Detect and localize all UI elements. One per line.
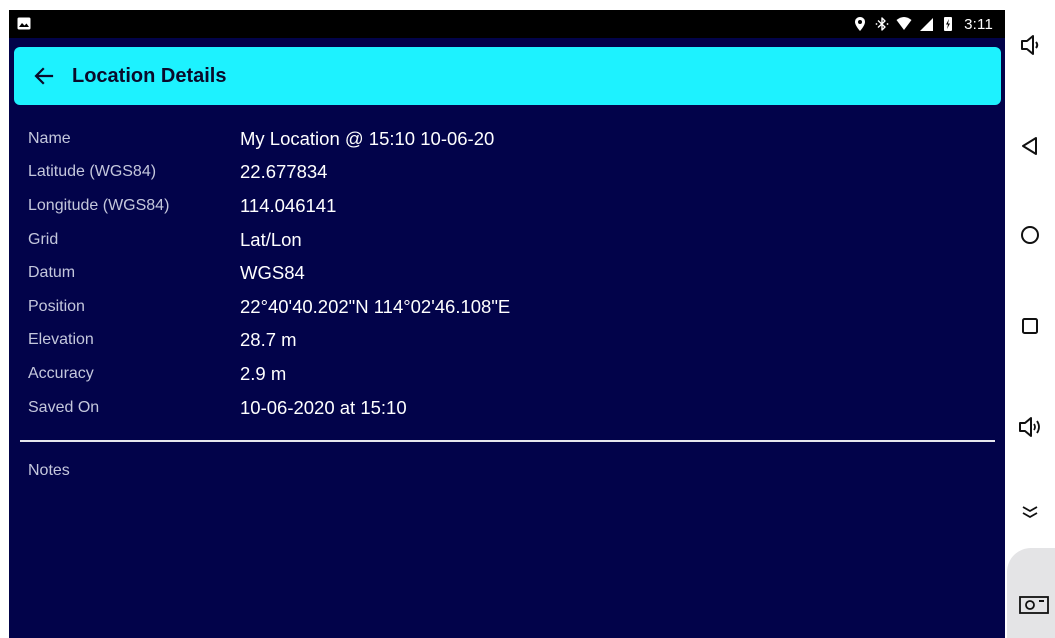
volume-up-button[interactable] bbox=[1015, 412, 1045, 442]
detail-value: WGS84 bbox=[240, 262, 305, 284]
detail-row-position: Position 22°40'40.202"N 114°02'46.108"E bbox=[28, 290, 988, 324]
status-icons: 3:11 bbox=[852, 14, 993, 34]
volume-up-icon bbox=[1019, 417, 1040, 437]
back-nav-button[interactable] bbox=[1015, 131, 1045, 161]
screenshot-tab[interactable] bbox=[1007, 548, 1055, 638]
recents-nav-button[interactable] bbox=[1015, 311, 1045, 341]
detail-value: My Location @ 15:10 10-06-20 bbox=[240, 127, 495, 149]
back-triangle-icon bbox=[1022, 137, 1037, 155]
device-frame: 3:11 Location Details Name My Location @… bbox=[0, 0, 1055, 638]
detail-value: Lat/Lon bbox=[240, 228, 302, 250]
detail-label: Elevation bbox=[28, 331, 94, 349]
app-screen: 3:11 Location Details Name My Location @… bbox=[9, 10, 1005, 638]
home-circle-icon bbox=[1021, 226, 1039, 244]
system-nav-bar bbox=[1005, 0, 1055, 638]
recents-square-icon bbox=[1022, 318, 1038, 334]
status-time: 3:11 bbox=[964, 15, 993, 33]
divider bbox=[20, 440, 995, 442]
home-nav-button[interactable] bbox=[1015, 220, 1045, 250]
detail-value: 114.046141 bbox=[240, 194, 337, 216]
app-bar: Location Details bbox=[14, 47, 1001, 105]
wifi-icon bbox=[896, 17, 912, 30]
detail-label: Longitude (WGS84) bbox=[28, 196, 170, 214]
collapse-button[interactable] bbox=[1015, 497, 1045, 527]
detail-label: Accuracy bbox=[28, 364, 94, 382]
detail-label: Name bbox=[28, 129, 71, 147]
image-icon bbox=[17, 17, 31, 30]
detail-value: 10-06-2020 at 15:10 bbox=[240, 396, 407, 418]
detail-row-datum: Datum WGS84 bbox=[28, 256, 988, 290]
location-details-list: Name My Location @ 15:10 10-06-20 Latitu… bbox=[28, 122, 988, 424]
detail-label: Position bbox=[28, 297, 85, 315]
page-title: Location Details bbox=[72, 64, 227, 87]
battery-charging-icon bbox=[944, 17, 953, 31]
detail-value: 2.9 m bbox=[240, 362, 287, 384]
collapse-chevron-icon bbox=[1022, 506, 1038, 519]
detail-label: Saved On bbox=[28, 398, 100, 416]
bluetooth-icon bbox=[875, 17, 889, 31]
detail-row-elevation: Elevation 28.7 m bbox=[28, 324, 988, 358]
detail-label: Latitude (WGS84) bbox=[28, 163, 157, 181]
notes-label: Notes bbox=[28, 462, 70, 479]
volume-down-icon bbox=[1021, 35, 1039, 55]
detail-value: 22°40'40.202"N 114°02'46.108"E bbox=[240, 295, 511, 317]
detail-row-saved-on: Saved On 10-06-2020 at 15:10 bbox=[28, 391, 988, 425]
arrow-back-icon bbox=[34, 67, 54, 85]
volume-down-button[interactable] bbox=[1015, 30, 1045, 60]
cell-signal-icon bbox=[920, 18, 934, 31]
screenshot-icon bbox=[1019, 596, 1049, 614]
detail-row-accuracy: Accuracy 2.9 m bbox=[28, 357, 988, 391]
detail-row-grid: Grid Lat/Lon bbox=[28, 223, 988, 257]
detail-value: 28.7 m bbox=[240, 329, 297, 351]
detail-row-longitude: Longitude (WGS84) 114.046141 bbox=[28, 189, 988, 223]
detail-row-name: Name My Location @ 15:10 10-06-20 bbox=[28, 122, 988, 156]
detail-label: Grid bbox=[28, 230, 59, 248]
detail-value: 22.677834 bbox=[240, 161, 328, 183]
status-bar: 3:11 bbox=[9, 10, 1005, 38]
location-pin-icon bbox=[855, 17, 866, 31]
detail-label: Datum bbox=[28, 264, 76, 282]
back-button[interactable] bbox=[20, 52, 68, 100]
detail-row-latitude: Latitude (WGS84) 22.677834 bbox=[28, 156, 988, 190]
